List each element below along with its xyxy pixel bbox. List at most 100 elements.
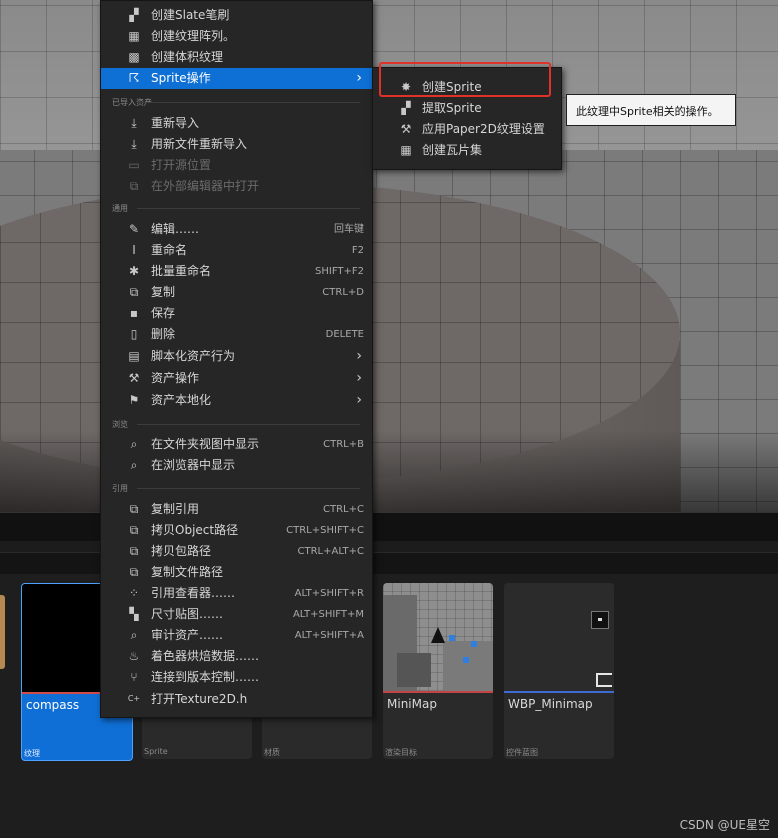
menu-item-label: 复制引用	[151, 502, 200, 516]
menu-divider	[137, 424, 360, 425]
menu-item-scripted-asset-actions[interactable]: ▤ 脚本化资产行为 ›	[101, 346, 372, 367]
trash-icon: ▯	[130, 327, 138, 341]
menu-item-create-volume-texture[interactable]: ▩ 创建体积纹理	[101, 47, 372, 68]
minimap-marker	[449, 635, 455, 641]
menu-item-label: 用新文件重新导入	[151, 137, 248, 151]
texture-array-icon: ▦	[128, 29, 140, 43]
menu-item-create-texture-array[interactable]: ▦ 创建纹理阵列。	[101, 26, 372, 47]
menu-item-label: 着色器烘焙数据……	[151, 649, 260, 663]
submenu-item-create-tileset[interactable]: ▦ 创建瓦片集	[373, 140, 561, 161]
chevron-right-icon: ›	[356, 70, 362, 86]
menu-item-copy-reference[interactable]: ⧉ 复制引用 CTRL+C	[101, 499, 372, 520]
minimap-block	[397, 653, 431, 687]
menu-item-shader-cook-data[interactable]: ♨ 着色器烘焙数据……	[101, 646, 372, 667]
asset-tile-minimap[interactable]: MiniMap 渲染目标	[383, 583, 493, 759]
menu-item-duplicate[interactable]: ⧉ 复制 CTRL+D	[101, 282, 372, 303]
menu-item-label: 拷贝包路径	[151, 544, 212, 558]
chevron-right-icon: ›	[356, 348, 362, 364]
audit-icon: ⌕	[130, 628, 138, 642]
menu-item-label: 打开源位置	[151, 158, 212, 172]
minimap-marker	[463, 657, 469, 663]
flag-icon: ⚑	[128, 393, 140, 407]
asset-type: 材质	[264, 748, 280, 757]
duplicate-icon: ⧉	[129, 285, 139, 299]
menu-item-label: 在文件夹视图中显示	[151, 437, 260, 451]
reimport-icon: ⤓	[131, 116, 137, 130]
menu-item-label: 复制	[151, 285, 176, 299]
copy-package-path-icon: ⧉	[129, 544, 139, 558]
paper2d-settings-icon: ⚒	[400, 122, 412, 136]
menu-item-shortcut: ALT+SHIFT+R	[294, 588, 364, 599]
external-editor-icon: ⧉	[129, 179, 139, 193]
folder-tab[interactable]	[0, 595, 5, 669]
highlight-annotation-box	[379, 62, 551, 97]
menu-divider	[137, 102, 360, 103]
asset-type-color-line	[383, 691, 493, 693]
menu-item-save[interactable]: ▪ 保存	[101, 303, 372, 324]
minimap-block	[443, 641, 493, 691]
brush-icon: ▞	[129, 8, 139, 22]
menu-item-reference-viewer[interactable]: ⁘ 引用查看器…… ALT+SHIFT+R	[101, 583, 372, 604]
menu-item-show-in-folder-view[interactable]: ⌕ 在文件夹视图中显示 CTRL+B	[101, 434, 372, 455]
tooltip: 此纹理中Sprite相关的操作。	[566, 94, 736, 126]
section-header-common: 通用	[112, 204, 128, 213]
menu-item-create-slate-brush[interactable]: ▞ 创建Slate笔刷	[101, 5, 372, 26]
menu-item-label: 保存	[151, 306, 176, 320]
menu-item-shortcut: F2	[351, 245, 364, 256]
menu-item-label: 连接到版本控制……	[151, 670, 260, 684]
submenu-item-label: 提取Sprite	[422, 101, 482, 115]
menu-item-label: 批量重命名	[151, 264, 212, 278]
menu-item-reimport[interactable]: ⤓ 重新导入	[101, 113, 372, 134]
submenu-item-extract-sprite[interactable]: ▞ 提取Sprite	[373, 98, 561, 119]
asset-type-color-line	[504, 691, 614, 693]
menu-item-shortcut: CTRL+C	[323, 504, 364, 515]
asset-type: 纹理	[24, 749, 40, 758]
menu-item-reimport-new-file[interactable]: ⤓ 用新文件重新导入	[101, 134, 372, 155]
menu-item-asset-actions[interactable]: ⚒ 资产操作 ›	[101, 368, 372, 389]
submenu-item-apply-paper2d[interactable]: ⚒ 应用Paper2D纹理设置	[373, 119, 561, 140]
copy-reference-icon: ⧉	[129, 502, 139, 516]
menu-item-copy-package-path[interactable]: ⧉ 拷贝包路径 CTRL+ALT+C	[101, 541, 372, 562]
menu-item-label: 创建纹理阵列。	[151, 29, 236, 43]
menu-item-edit[interactable]: ✎ 编辑…… 回车键	[101, 219, 372, 240]
menu-divider	[137, 488, 360, 489]
menu-item-shortcut: CTRL+ALT+C	[297, 546, 365, 557]
save-icon: ▪	[129, 306, 139, 320]
menu-item-label: 创建Slate笔刷	[151, 8, 230, 22]
folder-search-icon: ⌕	[130, 437, 138, 451]
asset-tile-wbp-minimap[interactable]: WBP_Minimap 控件蓝图	[504, 583, 614, 759]
menu-item-label: 资产本地化	[151, 393, 212, 407]
asset-name: compass	[26, 698, 80, 712]
menu-item-label: 引用查看器……	[151, 586, 236, 600]
tooltip-text: 此纹理中Sprite相关的操作。	[576, 105, 719, 118]
wrench-icon: ⚒	[128, 371, 140, 385]
menu-item-copy-object-path[interactable]: ⧉ 拷贝Object路径 CTRL+SHIFT+C	[101, 520, 372, 541]
asset-name: WBP_Minimap	[508, 697, 593, 711]
chevron-right-icon: ›	[356, 370, 362, 386]
menu-item-open-source-location: ▭ 打开源位置	[101, 155, 372, 176]
menu-item-audit-assets[interactable]: ⌕ 审计资产…… ALT+SHIFT+A	[101, 625, 372, 646]
menu-item-open-external-editor: ⧉ 在外部编辑器中打开	[101, 176, 372, 197]
menu-item-asset-localization[interactable]: ⚑ 资产本地化 ›	[101, 390, 372, 411]
menu-item-label: 尺寸贴图……	[151, 607, 224, 621]
menu-item-open-texture2d-header[interactable]: C+ 打开Texture2D.h	[101, 689, 372, 710]
size-map-icon: ▚	[129, 607, 139, 621]
menu-item-connect-source-control[interactable]: ⑂ 连接到版本控制……	[101, 667, 372, 688]
menu-item-shortcut: CTRL+D	[322, 287, 364, 298]
menu-item-label: 脚本化资产行为	[151, 349, 236, 363]
menu-item-label: 打开Texture2D.h	[151, 692, 248, 706]
menu-item-copy-file-path[interactable]: ⧉ 复制文件路径	[101, 562, 372, 583]
asset-type: 控件蓝图	[506, 748, 538, 757]
menu-item-show-in-browser[interactable]: ⌕ 在浏览器中显示	[101, 455, 372, 476]
menu-item-label: 重新导入	[151, 116, 200, 130]
submenu-item-label: 应用Paper2D纹理设置	[422, 122, 545, 136]
reference-viewer-icon: ⁘	[128, 586, 140, 600]
menu-item-rename[interactable]: I 重命名 F2	[101, 240, 372, 261]
menu-item-label: Sprite操作	[151, 71, 211, 85]
menu-item-label: 在外部编辑器中打开	[151, 179, 260, 193]
menu-item-shortcut: CTRL+B	[323, 439, 364, 450]
menu-item-delete[interactable]: ▯ 删除 DELETE	[101, 324, 372, 345]
menu-item-batch-rename[interactable]: ✱ 批量重命名 SHIFT+F2	[101, 261, 372, 282]
menu-item-size-map[interactable]: ▚ 尺寸贴图…… ALT+SHIFT+M	[101, 604, 372, 625]
menu-item-sprite-actions[interactable]: ☈ Sprite操作 ›	[101, 68, 372, 89]
